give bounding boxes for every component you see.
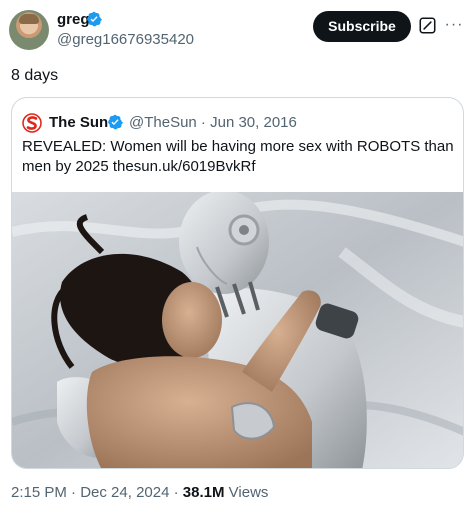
quote-media-image[interactable] (12, 192, 463, 468)
subscribe-button[interactable]: Subscribe (313, 11, 411, 42)
views-label: Views (224, 484, 269, 501)
quote-text: REVEALED: Women will be having more sex … (22, 138, 454, 175)
quoted-tweet-card[interactable]: The Sun @TheSun · Jun 30, 2016 REVEALED:… (11, 97, 464, 469)
quote-author-name[interactable]: The Sun (49, 113, 108, 132)
verified-badge-icon (108, 114, 123, 130)
separator: · (196, 114, 211, 131)
separator: · (169, 484, 183, 501)
views-count[interactable]: 38.1M (183, 484, 225, 501)
quote-handle[interactable]: @TheSun (129, 114, 197, 131)
more-options-icon[interactable]: ··· (444, 16, 464, 36)
verified-badge-icon (87, 11, 102, 27)
tweet-footer-meta: 2:15 PM · Dec 24, 2024 · 38.1M Views (11, 483, 268, 503)
media-illustration (12, 192, 463, 468)
tweet-header: greg @greg16676935420 Subscribe ··· (0, 0, 474, 60)
separator: · (66, 484, 81, 501)
grok-icon[interactable] (419, 17, 436, 34)
tweet-date[interactable]: Dec 24, 2024 (80, 484, 169, 501)
author-display-name[interactable]: greg (57, 10, 90, 30)
tweet-time[interactable]: 2:15 PM (11, 484, 67, 501)
quote-meta: @TheSun · Jun 30, 2016 (129, 113, 297, 132)
avatar[interactable] (9, 10, 49, 50)
author-handle[interactable]: @greg16676935420 (57, 30, 194, 50)
the-sun-logo-icon (22, 113, 42, 133)
quote-date[interactable]: Jun 30, 2016 (210, 114, 297, 131)
tweet-text: 8 days (11, 67, 59, 84)
